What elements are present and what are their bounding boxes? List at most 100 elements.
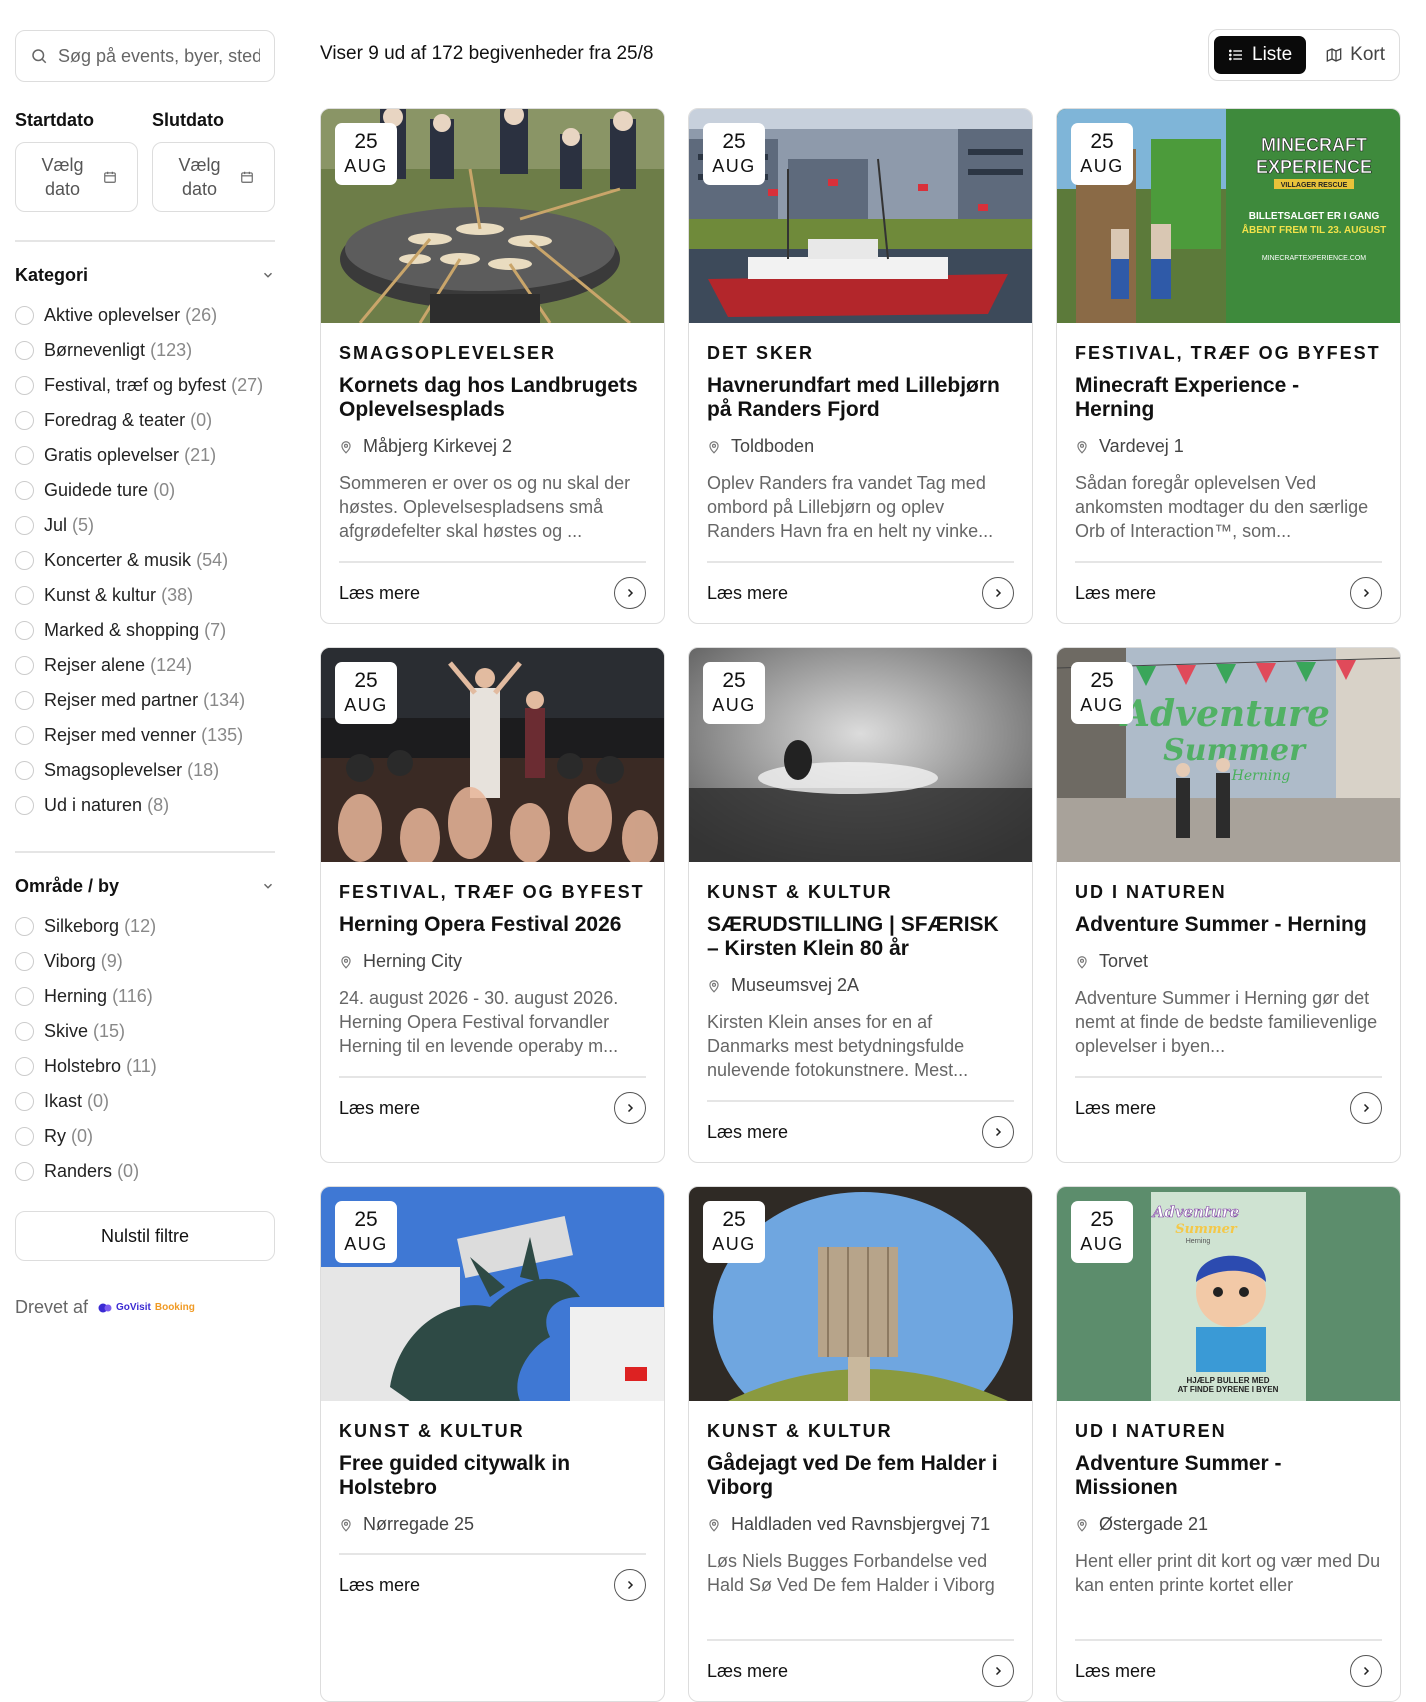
category-option[interactable]: Børnevenligt (123): [15, 333, 275, 368]
checkbox[interactable]: [15, 952, 34, 971]
event-card[interactable]: 25 AUG KUNST & KULTUR Free guided citywalk …: [320, 1186, 665, 1702]
category-option[interactable]: Gratis oplevelser (21): [15, 438, 275, 473]
checkbox[interactable]: [15, 691, 34, 710]
area-option[interactable]: Viborg (9): [15, 944, 275, 979]
event-image[interactable]: 25 AUG: [689, 1187, 1032, 1401]
event-image[interactable]: 25 AUG: [321, 648, 664, 862]
area-section-toggle[interactable]: Område / by: [15, 873, 275, 899]
checkbox[interactable]: [15, 306, 34, 325]
event-card[interactable]: 25 AUG SMAGSOPLEVELSER Kornets dag hos Land…: [320, 108, 665, 624]
category-option[interactable]: Rejser med venner (135): [15, 718, 275, 753]
category-option[interactable]: Smagsoplevelser (18): [15, 753, 275, 788]
area-option[interactable]: Randers (0): [15, 1154, 275, 1189]
read-more-link[interactable]: Læs mere: [707, 1661, 788, 1682]
list-view-button[interactable]: Liste: [1214, 36, 1307, 74]
category-option[interactable]: Rejser med partner (134): [15, 683, 275, 718]
govisit-logo[interactable]: GoVisit Booking: [98, 1302, 195, 1313]
category-option[interactable]: Kunst & kultur (38): [15, 578, 275, 613]
event-title[interactable]: Gådejagt ved De fem Halder i Viborg: [707, 1452, 1014, 1500]
checkbox[interactable]: [15, 761, 34, 780]
event-card[interactable]: Adventure Summer Herning 25 AUG UD I NATUR…: [1056, 647, 1401, 1163]
area-option[interactable]: Ry (0): [15, 1119, 275, 1154]
event-card[interactable]: 25 AUG KUNST & KULTUR Gådejagt ved De fem H…: [688, 1186, 1033, 1702]
read-more-button[interactable]: [614, 577, 646, 609]
read-more-link[interactable]: Læs mere: [707, 583, 788, 604]
read-more-button[interactable]: [614, 1092, 646, 1124]
event-image[interactable]: 25 AUG: [321, 1187, 664, 1401]
event-card[interactable]: 25 AUG FESTIVAL, TRÆF OG BYFEST Herning Ope…: [320, 647, 665, 1163]
event-image[interactable]: MINECRAFT EXPERIENCE VILLAGER RESCUE BIL…: [1057, 109, 1400, 323]
checkbox[interactable]: [15, 1022, 34, 1041]
event-title[interactable]: Adventure Summer - Herning: [1075, 913, 1382, 937]
event-card[interactable]: MINECRAFT EXPERIENCE VILLAGER RESCUE BIL…: [1056, 108, 1401, 624]
read-more-button[interactable]: [614, 1569, 646, 1601]
event-title[interactable]: Minecraft Experience - Herning: [1075, 374, 1382, 422]
checkbox[interactable]: [15, 726, 34, 745]
area-option[interactable]: Herning (116): [15, 979, 275, 1014]
category-option[interactable]: Koncerter & musik (54): [15, 543, 275, 578]
read-more-button[interactable]: [982, 1116, 1014, 1148]
category-option[interactable]: Foredrag & teater (0): [15, 403, 275, 438]
checkbox[interactable]: [15, 411, 34, 430]
checkbox[interactable]: [15, 1092, 34, 1111]
checkbox[interactable]: [15, 376, 34, 395]
event-image[interactable]: 25 AUG: [689, 109, 1032, 323]
map-view-button[interactable]: Kort: [1312, 36, 1399, 74]
start-date-picker[interactable]: Vælg dato: [15, 142, 138, 212]
checkbox[interactable]: [15, 987, 34, 1006]
area-option[interactable]: Holstebro (11): [15, 1049, 275, 1084]
read-more-link[interactable]: Læs mere: [1075, 583, 1156, 604]
checkbox[interactable]: [15, 446, 34, 465]
checkbox[interactable]: [15, 481, 34, 500]
search-box[interactable]: [15, 30, 275, 82]
event-title[interactable]: SÆRUDSTILLING | SFÆRISK – Kirsten Klein …: [707, 913, 1014, 961]
checkbox[interactable]: [15, 917, 34, 936]
read-more-link[interactable]: Læs mere: [339, 583, 420, 604]
read-more-button[interactable]: [982, 1655, 1014, 1687]
event-title[interactable]: Free guided citywalk in Holstebro: [339, 1452, 646, 1500]
checkbox[interactable]: [15, 656, 34, 675]
event-title[interactable]: Herning Opera Festival 2026: [339, 913, 646, 937]
category-option[interactable]: Marked & shopping (7): [15, 613, 275, 648]
checkbox[interactable]: [15, 551, 34, 570]
area-option[interactable]: Silkeborg (12): [15, 909, 275, 944]
category-option[interactable]: Festival, træf og byfest (27): [15, 368, 275, 403]
category-option[interactable]: Rejser alene (124): [15, 648, 275, 683]
event-image[interactable]: 25 AUG: [321, 109, 664, 323]
reset-filters-button[interactable]: Nulstil filtre: [15, 1211, 275, 1261]
read-more-link[interactable]: Læs mere: [1075, 1661, 1156, 1682]
area-option[interactable]: Skive (15): [15, 1014, 275, 1049]
event-card[interactable]: 25 AUG DET SKER Havnerundfart med Lillebjør…: [688, 108, 1033, 624]
event-title[interactable]: Adventure Summer - Missionen: [1075, 1452, 1382, 1500]
read-more-link[interactable]: Læs mere: [1075, 1098, 1156, 1119]
event-title[interactable]: Havnerundfart med Lillebjørn på Randers …: [707, 374, 1014, 422]
read-more-link[interactable]: Læs mere: [339, 1098, 420, 1119]
event-card[interactable]: Adventure Summer Herning HJÆLP BULLER ME…: [1056, 1186, 1401, 1702]
checkbox[interactable]: [15, 1162, 34, 1181]
read-more-link[interactable]: Læs mere: [339, 1575, 420, 1596]
category-option[interactable]: Guidede ture (0): [15, 473, 275, 508]
end-date-picker[interactable]: Vælg dato: [152, 142, 275, 212]
event-image[interactable]: Adventure Summer Herning HJÆLP BULLER ME…: [1057, 1187, 1400, 1401]
event-card[interactable]: 25 AUG KUNST & KULTUR SÆRUDSTILLING | SFÆRI…: [688, 647, 1033, 1163]
checkbox[interactable]: [15, 1127, 34, 1146]
category-section-toggle[interactable]: Kategori: [15, 262, 275, 288]
checkbox[interactable]: [15, 341, 34, 360]
checkbox[interactable]: [15, 621, 34, 640]
category-option[interactable]: Aktive oplevelser (26): [15, 298, 275, 333]
checkbox[interactable]: [15, 516, 34, 535]
read-more-button[interactable]: [1350, 1092, 1382, 1124]
event-image[interactable]: 25 AUG: [689, 648, 1032, 862]
category-option[interactable]: Ud i naturen (8): [15, 788, 275, 823]
checkbox[interactable]: [15, 796, 34, 815]
checkbox[interactable]: [15, 586, 34, 605]
category-option[interactable]: Jul (5): [15, 508, 275, 543]
read-more-button[interactable]: [1350, 1655, 1382, 1687]
event-title[interactable]: Kornets dag hos Landbrugets Oplevelsespl…: [339, 374, 646, 422]
read-more-button[interactable]: [982, 577, 1014, 609]
search-input[interactable]: [58, 45, 260, 67]
event-image[interactable]: Adventure Summer Herning 25 AUG: [1057, 648, 1400, 862]
read-more-button[interactable]: [1350, 577, 1382, 609]
area-option[interactable]: Ikast (0): [15, 1084, 275, 1119]
checkbox[interactable]: [15, 1057, 34, 1076]
